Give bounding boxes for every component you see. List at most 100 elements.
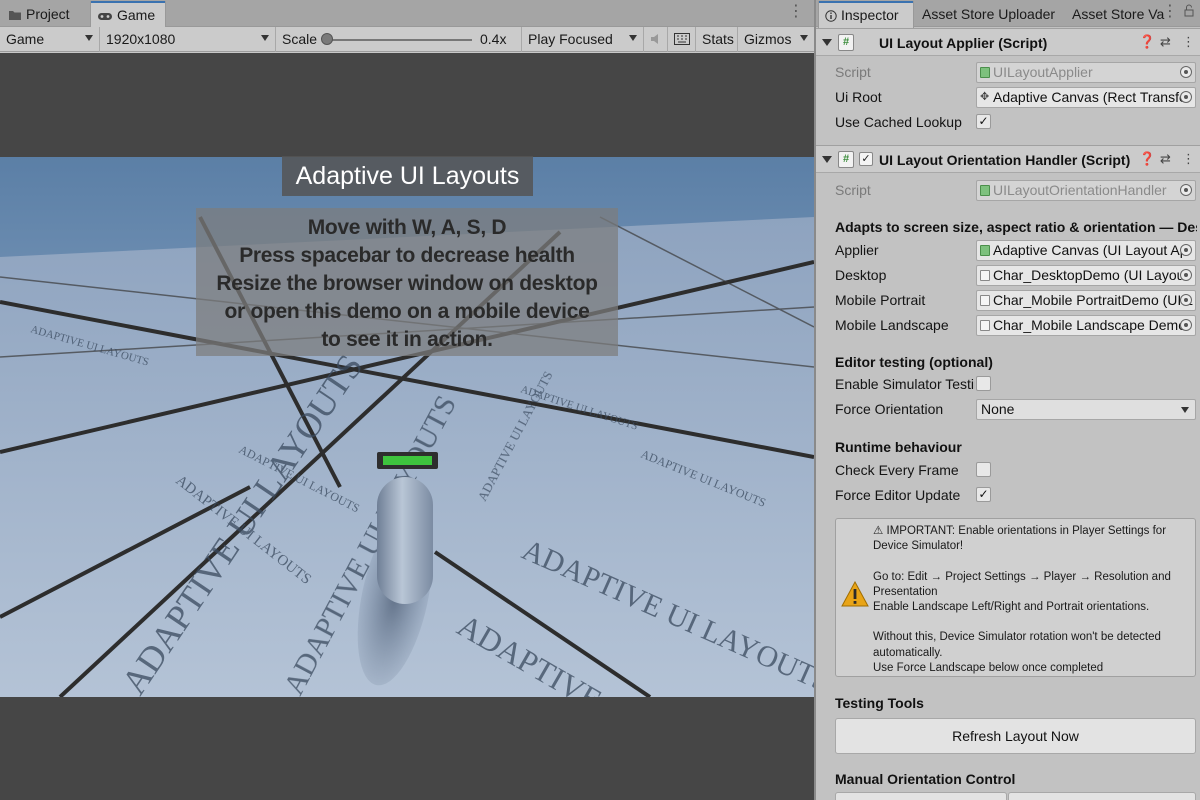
field-row-script: Script UILayoutOrientationHandler — [816, 179, 1200, 201]
field-row-mobile-portrait: Mobile Portrait Char_Mobile PortraitDemo… — [816, 289, 1200, 311]
tab-project[interactable]: Project — [2, 1, 78, 27]
preset-icon[interactable]: ⇄ — [1160, 34, 1171, 50]
asset-file-icon — [980, 320, 990, 331]
field-row-mobile-landscape: Mobile Landscape Char_Mobile Landscape D… — [816, 314, 1200, 336]
object-picker-icon[interactable] — [1180, 294, 1192, 306]
check-every-frame-checkbox[interactable] — [976, 462, 991, 477]
gizmos-dropdown[interactable]: Gizmos — [738, 27, 814, 52]
help-icon[interactable]: ❓ — [1139, 34, 1155, 50]
orientation-button-left[interactable] — [835, 792, 1007, 800]
foldout-arrow-icon[interactable] — [822, 39, 832, 46]
field-value: Adaptive Canvas (Rect Transfo — [993, 89, 1187, 105]
mobile-landscape-field[interactable]: Char_Mobile Landscape Demo — [976, 315, 1196, 336]
instruction-line: to see it in action. — [321, 328, 493, 351]
script-reference-field[interactable]: UILayoutOrientationHandler — [976, 180, 1196, 201]
field-label: Applier — [835, 242, 879, 258]
help-icon[interactable]: ❓ — [1139, 151, 1155, 167]
display-dropdown[interactable]: Game — [0, 27, 100, 52]
field-value: Char_Mobile Landscape Demo — [993, 317, 1186, 333]
field-label: Script — [835, 182, 871, 198]
speaker-icon — [651, 34, 658, 44]
scale-slider-track[interactable] — [328, 39, 472, 41]
field-value: UILayoutOrientationHandler — [993, 182, 1167, 198]
field-label: Mobile Portrait — [835, 292, 926, 308]
asset-file-icon — [980, 295, 990, 306]
script-reference-field[interactable]: UILayoutApplier — [976, 62, 1196, 83]
display-dropdown-label: Game — [6, 31, 45, 47]
refresh-layout-button[interactable]: Refresh Layout Now — [835, 718, 1196, 754]
object-picker-icon[interactable] — [1180, 184, 1192, 196]
object-picker-icon[interactable] — [1180, 269, 1192, 281]
instructions-panel: Move with W, A, S, D Press spacebar to d… — [196, 208, 618, 356]
game-viewport[interactable]: ADAPTIVE UI LAYOUTS ADAPTIVE UI LAYOUTS … — [0, 53, 814, 800]
script-file-icon — [980, 67, 990, 78]
play-mode-label: Play Focused — [528, 31, 613, 47]
preset-icon[interactable]: ⇄ — [1160, 151, 1171, 167]
asset-file-icon — [980, 270, 990, 281]
foldout-arrow-icon[interactable] — [822, 156, 832, 163]
script-icon: # — [838, 151, 854, 168]
orientation-button-right[interactable] — [1008, 792, 1196, 800]
play-mode-dropdown[interactable]: Play Focused — [522, 27, 644, 52]
warning-help-box: ⚠ IMPORTANT: Enable orientations in Play… — [835, 518, 1196, 677]
instruction-line: Press spacebar to decrease health — [239, 244, 575, 267]
resolution-dropdown[interactable]: 1920x1080 — [100, 27, 276, 52]
resolution-dropdown-label: 1920x1080 — [106, 31, 176, 47]
help-line: Without this, Device Simulator rotation … — [873, 631, 1161, 644]
scale-slider-thumb[interactable] — [321, 33, 333, 45]
help-line — [873, 554, 1191, 569]
tab-asset-store-validator[interactable]: Asset Store Va — [1066, 1, 1166, 27]
chevron-down-icon — [800, 35, 808, 41]
ui-root-field[interactable]: ✥ Adaptive Canvas (Rect Transfo — [976, 87, 1196, 108]
tab-asset-store-uploader[interactable]: Asset Store Uploader — [916, 1, 1063, 27]
lock-icon[interactable] — [1184, 4, 1194, 17]
field-row-desktop: Desktop Char_DesktopDemo (UI Layout — [816, 264, 1200, 286]
desktop-layout-field[interactable]: Char_DesktopDemo (UI Layout — [976, 265, 1196, 286]
mute-audio-button[interactable] — [644, 27, 668, 52]
component-enabled-checkbox[interactable]: ✓ — [859, 152, 873, 166]
field-label: Check Every Frame — [835, 462, 959, 478]
stats-button[interactable]: Stats — [696, 27, 738, 52]
panel-menu-icon[interactable]: ⋮ — [788, 4, 804, 20]
instruction-line: or open this demo on a mobile device — [224, 300, 590, 323]
force-editor-update-checkbox[interactable]: ✓ — [976, 487, 991, 502]
object-picker-icon[interactable] — [1180, 66, 1192, 78]
tab-inspector[interactable]: Inspector — [818, 1, 914, 28]
tab-game[interactable]: Game — [90, 1, 166, 28]
field-value: Char_Mobile PortraitDemo (UI L — [993, 292, 1193, 308]
gizmos-label: Gizmos — [744, 31, 792, 47]
kebab-menu-icon[interactable]: ⋮ — [1182, 151, 1195, 167]
manual-orientation-header: Manual Orientation Control — [835, 771, 1016, 787]
keyboard-shortcuts-button[interactable] — [668, 27, 696, 52]
tab-asset-store-uploader-label: Asset Store Uploader — [922, 6, 1056, 22]
field-row-force-editor-update: Force Editor Update ✓ — [816, 484, 1200, 506]
component-header-ui-layout-applier[interactable]: # UI Layout Applier (Script) ❓ ⇄ ⋮ — [816, 28, 1200, 56]
object-picker-icon[interactable] — [1180, 244, 1192, 256]
field-row-use-cached-lookup: Use Cached Lookup ✓ — [816, 111, 1200, 133]
field-label: Force Orientation — [835, 401, 944, 417]
applier-field[interactable]: Adaptive Canvas (UI Layout Ap — [976, 240, 1196, 261]
field-row-ui-root: Ui Root ✥ Adaptive Canvas (Rect Transfo — [816, 86, 1200, 108]
field-value: Char_DesktopDemo (UI Layout — [993, 267, 1189, 283]
inspector-panel: Inspector Asset Store Uploader Asset Sto… — [816, 0, 1200, 800]
mobile-portrait-field[interactable]: Char_Mobile PortraitDemo (UI L — [976, 290, 1196, 311]
use-cached-lookup-checkbox[interactable]: ✓ — [976, 114, 991, 129]
object-picker-icon[interactable] — [1180, 319, 1192, 331]
testing-tools-header: Testing Tools — [835, 695, 924, 711]
folder-icon — [9, 11, 21, 20]
field-label: Enable Simulator Testir — [835, 376, 975, 392]
enable-simulator-checkbox[interactable] — [976, 376, 991, 391]
instruction-line: Move with W, A, S, D — [307, 216, 507, 239]
force-orientation-dropdown[interactable]: None — [976, 399, 1196, 420]
scale-value: 0.4x — [480, 31, 507, 47]
component-header-orientation-handler[interactable]: # ✓ UI Layout Orientation Handler (Scrip… — [816, 145, 1200, 173]
player-capsule — [377, 477, 433, 604]
script-file-icon — [980, 245, 990, 256]
object-picker-icon[interactable] — [1180, 91, 1192, 103]
scale-label: Scale — [282, 31, 318, 47]
inspector-menu-icon[interactable]: ⋮ — [1162, 4, 1178, 20]
tab-inspector-label: Inspector — [841, 7, 899, 23]
kebab-menu-icon[interactable]: ⋮ — [1182, 34, 1195, 50]
help-line: automatically. — [873, 646, 943, 659]
help-line — [873, 615, 1191, 630]
